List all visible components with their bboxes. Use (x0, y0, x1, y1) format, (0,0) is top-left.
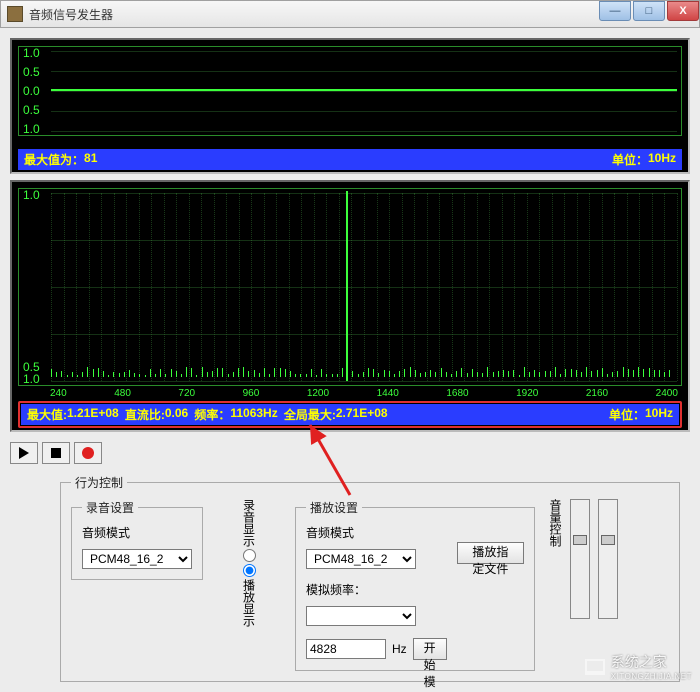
volume-slider-left[interactable] (570, 499, 590, 619)
window-title: 音频信号发生器 (29, 6, 597, 23)
play-display-radio[interactable] (243, 564, 256, 577)
play-icon (19, 447, 29, 459)
play-display-label: 播放显示 (241, 579, 258, 627)
spectrum-plot: 1.0 0.5 1.0 (18, 188, 682, 386)
spectrum-panel: 1.0 0.5 1.0 2404807209601200144016801920… (10, 180, 690, 432)
spectrum-peak (346, 191, 348, 381)
behavior-group: 行为控制 录音设置 音频模式 PCM48_16_2 录音显示 播放显示 播放设置 (60, 474, 680, 682)
play-button[interactable] (10, 442, 38, 464)
waveform-y-labels: 1.0 0.5 0.0 0.5 1.0 (23, 47, 49, 135)
waveform-max-label: 最大值为： (24, 151, 84, 168)
transport-bar (10, 438, 690, 474)
start-sim-button[interactable]: 开始模拟 (413, 638, 447, 660)
waveform-panel: 1.0 0.5 0.0 0.5 1.0 12345678910 最大值为： 81… (10, 38, 690, 174)
maximize-button[interactable]: □ (633, 1, 665, 21)
record-settings-group: 录音设置 音频模式 PCM48_16_2 (71, 499, 203, 580)
play-mode-label: 音频模式 (306, 524, 447, 541)
minimize-button[interactable]: — (599, 1, 631, 21)
sim-freq-input[interactable] (306, 639, 386, 659)
sim-freq-label: 模拟频率： (306, 581, 447, 598)
waveform-unit-value: 10Hz (648, 151, 676, 168)
spectrum-info-bar: 最大值: 1.21E+08 直流比: 0.06 频率： 11063Hz 全局最大… (21, 404, 679, 425)
waveform-max-value: 81 (84, 151, 97, 168)
volume-slider-right[interactable] (598, 499, 618, 619)
watermark-logo-icon (585, 659, 605, 675)
watermark-sub: XITONGZHIJIA.NET (611, 672, 692, 681)
waveform-unit-label: 单位： (612, 151, 648, 168)
play-settings-group: 播放设置 音频模式 PCM48_16_2 模拟频率： Hz 开始模拟 (295, 499, 535, 671)
spectrum-info-highlight: 最大值: 1.21E+08 直流比: 0.06 频率： 11063Hz 全局最大… (18, 401, 682, 428)
sim-freq-select[interactable] (306, 606, 416, 626)
display-toggle: 录音显示 播放显示 (215, 499, 283, 627)
record-display-radio[interactable] (243, 549, 256, 562)
play-file-button[interactable]: 播放指定文件 (457, 542, 524, 564)
stop-button[interactable] (42, 442, 70, 464)
close-button[interactable]: X (667, 1, 699, 21)
behavior-legend: 行为控制 (71, 474, 127, 491)
app-icon (7, 6, 23, 22)
hz-label: Hz (392, 642, 407, 656)
waveform-info-bar: 最大值为： 81 单位： 10Hz (18, 149, 682, 170)
play-settings-legend: 播放设置 (306, 499, 362, 516)
play-mode-select[interactable]: PCM48_16_2 (306, 549, 416, 569)
record-mode-label: 音频模式 (82, 524, 192, 541)
waveform-plot: 1.0 0.5 0.0 0.5 1.0 (18, 46, 682, 136)
spectrum-y-labels: 1.0 0.5 1.0 (23, 189, 49, 385)
record-display-label: 录音显示 (241, 499, 258, 547)
waveform-x-axis: 12345678910 (18, 138, 682, 149)
stop-icon (51, 448, 61, 458)
record-icon (82, 447, 94, 459)
record-button[interactable] (74, 442, 102, 464)
volume-label: 音量控制 (547, 499, 564, 547)
window-titlebar: 音频信号发生器 — □ X (0, 0, 700, 28)
record-settings-legend: 录音设置 (82, 499, 138, 516)
watermark-text: 系统之家 (611, 652, 692, 672)
waveform-trace (51, 89, 677, 91)
spectrum-x-axis: 240480720960120014401680192021602400 (18, 388, 682, 399)
watermark: 系统之家 XITONGZHIJIA.NET (585, 652, 692, 681)
record-mode-select[interactable]: PCM48_16_2 (82, 549, 192, 569)
